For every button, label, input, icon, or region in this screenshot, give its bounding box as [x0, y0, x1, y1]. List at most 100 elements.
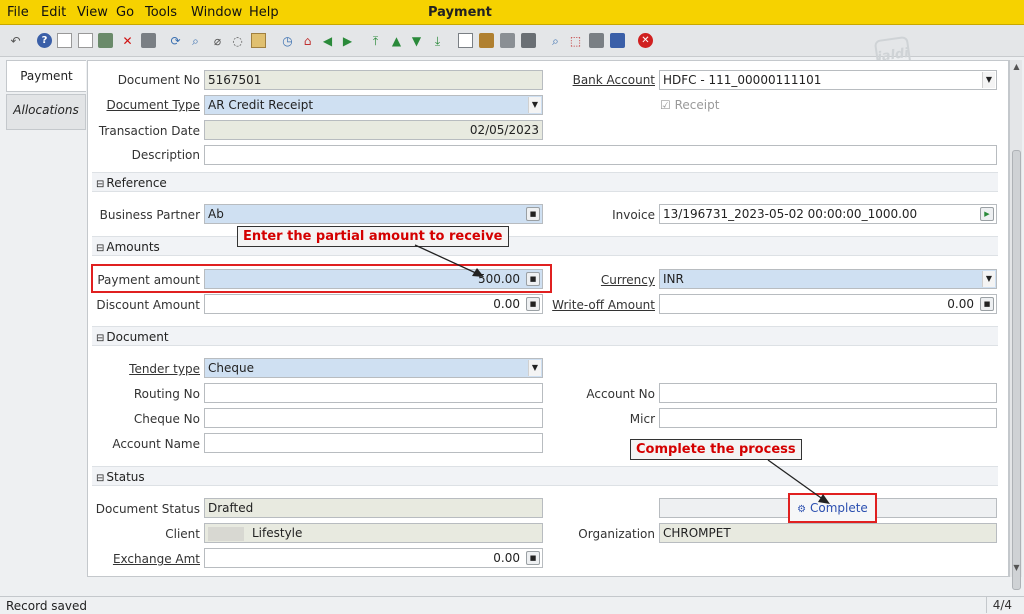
bank-account-label: Bank Account — [572, 73, 655, 87]
chevron-down-icon[interactable]: ▼ — [982, 271, 995, 287]
writeoff-amount-field[interactable]: 0.00 ■ — [659, 294, 997, 314]
calculator-icon[interactable]: ■ — [980, 297, 994, 311]
delete-icon[interactable]: ✕ — [120, 33, 135, 48]
history-clock-icon[interactable]: ◷ — [280, 33, 295, 48]
document-status-label: Document Status — [95, 502, 200, 516]
find-icon[interactable]: ⌕ — [188, 33, 203, 48]
section-document[interactable]: ⊟ Document — [92, 326, 998, 346]
tender-type-value: Cheque — [208, 361, 254, 375]
vertical-scrollbar[interactable]: ▲ ▼ — [1009, 60, 1022, 590]
menu-file[interactable]: File — [7, 5, 29, 20]
account-name-field[interactable] — [204, 433, 543, 453]
routing-no-field[interactable] — [204, 383, 543, 403]
collapse-icon[interactable]: ⊟ — [96, 333, 104, 344]
receipt-checkbox: ☑ Receipt — [660, 98, 720, 112]
refresh-icon[interactable]: ⟳ — [168, 33, 183, 48]
help-icon[interactable]: ? — [37, 33, 52, 48]
tab-column — [0, 58, 87, 578]
business-partner-field[interactable]: Ab ■ — [204, 204, 543, 224]
menu-window[interactable]: Window — [191, 5, 242, 20]
business-partner-label: Business Partner — [99, 208, 200, 222]
gear-icon: ⚙ — [797, 504, 807, 515]
currency-value: INR — [663, 272, 684, 286]
menu-edit[interactable]: Edit — [41, 5, 66, 20]
chat-icon[interactable]: ◌ — [230, 33, 245, 48]
annotation-partial-amount: Enter the partial amount to receive — [237, 226, 509, 247]
section-amounts[interactable]: ⊟ Amounts — [92, 236, 998, 256]
menu-view[interactable]: View — [77, 5, 108, 20]
menu-tools[interactable]: Tools — [145, 5, 177, 20]
request-icon[interactable] — [589, 33, 604, 48]
invoice-lookup-icon[interactable]: ▶ — [980, 207, 994, 221]
lookup-icon[interactable]: ■ — [526, 207, 540, 221]
menu-help[interactable]: Help — [249, 5, 279, 20]
workflow-icon[interactable]: ⬚ — [568, 33, 583, 48]
scroll-thumb[interactable] — [1012, 150, 1021, 590]
collapse-icon[interactable]: ⊟ — [96, 473, 104, 484]
section-status[interactable]: ⊟ Status — [92, 466, 998, 486]
chevron-down-icon[interactable]: ▼ — [982, 72, 995, 88]
document-status-field[interactable]: Drafted — [204, 498, 543, 518]
save-icon[interactable] — [98, 33, 113, 48]
section-reference[interactable]: ⊟ Reference — [92, 172, 998, 192]
tab-payment[interactable]: Payment — [6, 60, 86, 92]
previous-record-icon[interactable]: ▲ — [389, 33, 404, 48]
discount-amount-field[interactable]: 0.00 ■ — [204, 294, 543, 314]
client-label: Client — [165, 527, 200, 541]
document-type-value: AR Credit Receipt — [208, 98, 314, 112]
menu-go[interactable]: Go — [116, 5, 134, 20]
currency-select[interactable]: INR ▼ — [659, 269, 997, 289]
transaction-date-field[interactable]: 02/05/2023 — [204, 120, 543, 140]
complete-button-label: Complete — [809, 501, 868, 515]
document-type-label: Document Type — [106, 98, 200, 112]
micr-field[interactable] — [659, 408, 997, 428]
copy-record-icon[interactable] — [78, 33, 93, 48]
print-icon[interactable] — [521, 33, 536, 48]
business-partner-value: Ab — [208, 207, 224, 221]
chevron-down-icon[interactable]: ▼ — [528, 360, 541, 376]
bank-account-select[interactable]: HDFC - 111_00000111101 ▼ — [659, 70, 997, 90]
report-icon[interactable] — [458, 33, 473, 48]
tender-type-select[interactable]: Cheque ▼ — [204, 358, 543, 378]
account-no-field[interactable] — [659, 383, 997, 403]
collapse-icon[interactable]: ⊟ — [96, 243, 104, 254]
next-record-icon[interactable]: ▼ — [409, 33, 424, 48]
calculator-icon[interactable]: ■ — [526, 297, 540, 311]
organization-field[interactable]: CHROMPET — [659, 523, 997, 543]
undo-icon[interactable]: ↶ — [8, 33, 23, 48]
invoice-field[interactable]: 13/196731_2023-05-02 00:00:00_1000.00 ▶ — [659, 204, 997, 224]
status-message: Record saved — [6, 599, 87, 613]
new-record-icon[interactable] — [57, 33, 72, 48]
first-record-icon[interactable]: ⤒ — [368, 33, 383, 48]
scroll-up-icon[interactable]: ▲ — [1012, 62, 1021, 72]
product-info-icon[interactable] — [610, 33, 625, 48]
cheque-no-field[interactable] — [204, 408, 543, 428]
home-icon[interactable]: ⌂ — [300, 33, 315, 48]
close-window-icon[interactable]: ✕ — [638, 33, 653, 48]
chevron-down-icon[interactable]: ▼ — [528, 97, 541, 113]
document-type-select[interactable]: AR Credit Receipt ▼ — [204, 95, 543, 115]
attachment-icon[interactable]: ⌀ — [210, 33, 225, 48]
archive-icon[interactable] — [479, 33, 494, 48]
section-status-label: Status — [106, 470, 145, 484]
client-field[interactable]: Lifestyle — [204, 523, 543, 543]
calculator-icon[interactable]: ■ — [526, 551, 540, 565]
description-field[interactable] — [204, 145, 997, 165]
document-no-field[interactable]: 5167501 — [204, 70, 543, 90]
detail-record-icon[interactable]: ▶ — [340, 33, 355, 48]
client-value: Lifestyle — [252, 526, 303, 540]
zoom-across-icon[interactable]: ⌕ — [548, 33, 563, 48]
last-record-icon[interactable]: ⤓ — [430, 33, 445, 48]
tab-allocations[interactable]: Allocations — [6, 94, 86, 130]
parent-record-icon[interactable]: ◀ — [320, 33, 335, 48]
record-count: 4/4 — [985, 597, 1018, 613]
collapse-icon[interactable]: ⊟ — [96, 179, 104, 190]
scroll-down-icon[interactable]: ▼ — [1012, 563, 1021, 573]
print-preview-icon[interactable] — [500, 33, 515, 48]
exchange-amt-field[interactable]: 0.00 ■ — [204, 548, 543, 568]
client-redacted-block — [208, 526, 244, 541]
save-disk-icon[interactable] — [141, 33, 156, 48]
complete-button[interactable]: ⚙ Complete — [788, 493, 877, 523]
history-icon[interactable] — [251, 33, 266, 48]
routing-no-label: Routing No — [133, 387, 200, 401]
